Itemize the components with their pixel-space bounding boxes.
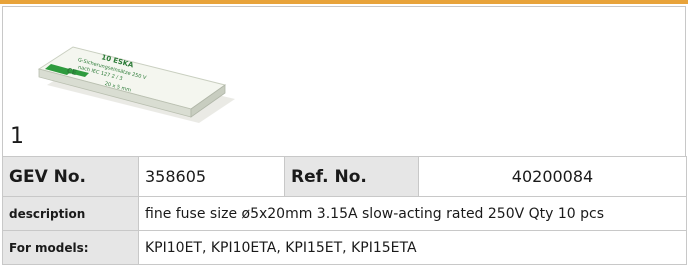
ref-number-label: Ref. No. [284,156,419,197]
table-row: GEV No. 358605 Ref. No. 40200084 [2,156,687,197]
ref-number-value: 40200084 [418,156,687,197]
table-row: For models: KPI10ET, KPI10ETA, KPI15ET, … [2,230,687,265]
accent-bar [0,0,688,4]
table-row: description fine fuse size ø5x20mm 3.15A… [2,196,687,231]
spec-table: GEV No. 358605 Ref. No. 40200084 descrip… [2,156,687,265]
description-label: description [2,196,139,231]
description-value: fine fuse size ø5x20mm 3.15A slow-acting… [138,196,687,231]
product-card: 10 ESKA G-Sicherungseinsätze 250 V nach … [0,0,688,265]
gev-number-label: GEV No. [2,156,139,197]
gev-number-value: 358605 [138,156,285,197]
fuse-box-image: 10 ESKA G-Sicherungseinsätze 250 V nach … [37,46,235,123]
models-label: For models: [2,230,139,265]
models-value: KPI10ET, KPI10ETA, KPI15ET, KPI15ETA [138,230,687,265]
product-image-cell: 10 ESKA G-Sicherungseinsätze 250 V nach … [2,6,686,156]
item-number: 1 [10,124,24,149]
